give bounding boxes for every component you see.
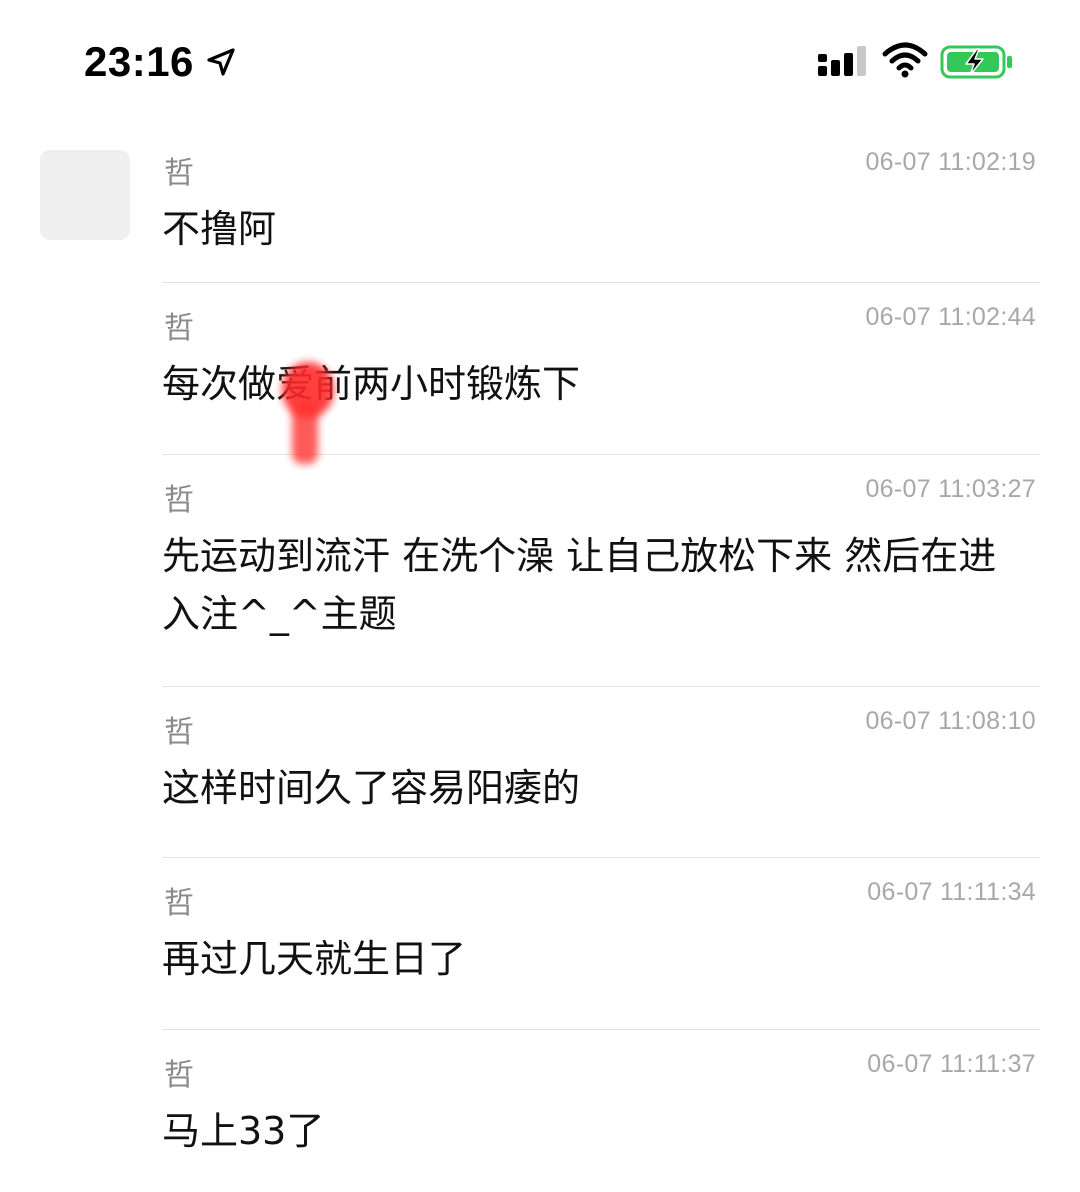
message-text: 这样时间久了容易阳痿的 [162,766,581,810]
message-item: 哲 06-07 11:08:10 这样时间久了容易阳痿的 [162,687,1040,858]
message-list: 哲 06-07 11:02:19 不撸阿 哲 06-07 11:02:44 每次… [0,128,1080,1190]
message-text: 每次做爱前两小时锻炼下 [162,362,581,406]
message-timestamp: 06-07 11:03:27 [865,475,1036,503]
message-timestamp: 06-07 11:02:44 [865,303,1036,331]
message-sender: 哲 [164,483,194,518]
message-item: 哲 06-07 11:02:44 每次做爱前两小时锻炼下 [162,283,1040,455]
message-sender: 哲 [164,886,194,921]
location-arrow-icon [207,48,235,76]
message-text: 再过几天就生日了 [162,937,467,981]
battery-charging-icon [940,45,1012,79]
status-bar: 23:16 [0,0,1080,120]
message-sender: 哲 [164,715,194,750]
message-item: 哲 06-07 11:11:34 再过几天就生日了 [162,858,1040,1030]
cellular-signal-icon [818,46,866,76]
message-item: 哲 06-07 11:02:19 不撸阿 [162,128,1040,283]
message-item: 哲 06-07 11:11:37 马上33了 [162,1030,1040,1190]
message-timestamp: 06-07 11:08:10 [865,707,1036,735]
wifi-icon [882,42,928,78]
message-sender: 哲 [164,156,194,191]
message-text: 先运动到流汗 在洗个澡 让自己放松下来 然后在进入注^_^主题 [162,534,997,636]
status-time: 23:16 [84,38,194,85]
message-item: 哲 06-07 11:03:27 先运动到流汗 在洗个澡 让自己放松下来 然后在… [162,455,1040,687]
message-text: 马上33了 [162,1109,325,1153]
message-timestamp: 06-07 11:11:34 [867,878,1036,906]
message-sender: 哲 [164,1058,194,1093]
sender-avatar[interactable] [40,150,130,240]
message-text: 不撸阿 [162,207,277,251]
message-sender: 哲 [164,311,194,346]
message-timestamp: 06-07 11:02:19 [865,148,1036,176]
message-timestamp: 06-07 11:11:37 [867,1050,1036,1078]
